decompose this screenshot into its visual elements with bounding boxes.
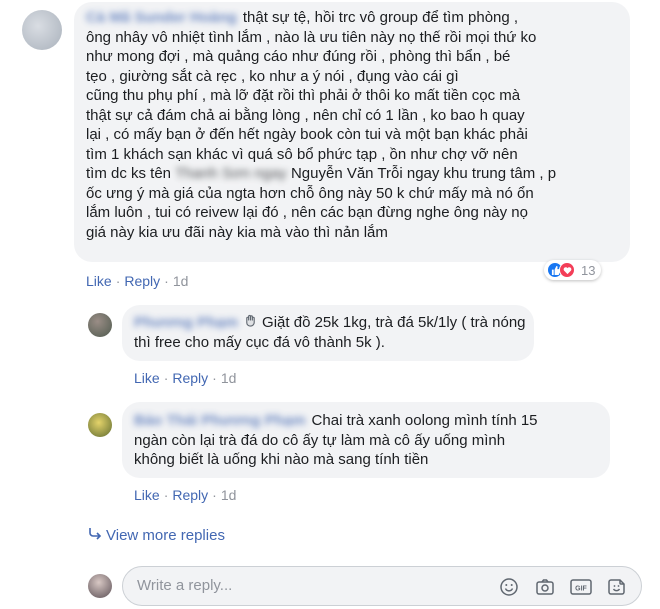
like-link[interactable]: Like [134,370,160,386]
sticker-icon[interactable] [605,575,629,599]
main-comment-text: Cà Mã Sunder Hoàng thật sự tệ, hồi trc vô… [86,8,557,241]
blurred-hotel-name: Thanh Sơn ngay [175,165,287,182]
reply-bubble-1: Phương Phạm Giặt đồ 25k 1kg, trà đá 5k/1… [122,305,534,361]
wave-hand-icon [244,313,258,333]
reaction-summary[interactable]: 13 [544,260,602,280]
timestamp[interactable]: 1d [221,487,237,503]
main-comment-actions: Like · Reply · 1d [86,273,189,289]
camera-icon[interactable] [533,575,557,599]
commenter-name[interactable]: Cà Mã Sunder Hoàng [86,8,237,28]
reply-avatar-2[interactable] [88,413,112,437]
reply-bubble-2: Bảo Thái Phương Phạm Chai trà xanh oolong… [122,402,610,478]
reply-composer[interactable]: Write a reply... GIF [122,566,642,606]
emoji-icon[interactable] [497,575,521,599]
like-link[interactable]: Like [86,273,112,289]
reaction-count: 13 [581,262,596,278]
reply-author-2[interactable]: Bảo Thái Phương Phạm [134,411,306,431]
timestamp[interactable]: 1d [221,370,237,386]
reply-link[interactable]: Reply [172,487,208,503]
gif-icon[interactable]: GIF [569,575,593,599]
reply-link[interactable]: Reply [172,370,208,386]
love-reaction-icon [559,262,575,278]
timestamp[interactable]: 1d [173,273,189,289]
view-more-label[interactable]: View more replies [106,527,225,544]
reply-avatar-1[interactable] [88,313,112,337]
reply-author-1[interactable]: Phương Phạm [134,313,238,333]
current-user-avatar [88,574,112,598]
reply-arrow-icon [88,526,106,544]
commenter-avatar[interactable] [22,10,62,50]
reply-input[interactable]: Write a reply... [137,577,232,594]
like-link[interactable]: Like [134,487,160,503]
reply-2-actions: Like · Reply · 1d [134,487,237,503]
reply-1-actions: Like · Reply · 1d [134,370,237,386]
reply-link[interactable]: Reply [124,273,160,289]
svg-text:GIF: GIF [575,586,587,593]
main-comment-bubble: Cà Mã Sunder Hoàng thật sự tệ, hồi trc vô… [74,2,630,262]
view-more-replies[interactable]: View more replies [88,526,225,544]
